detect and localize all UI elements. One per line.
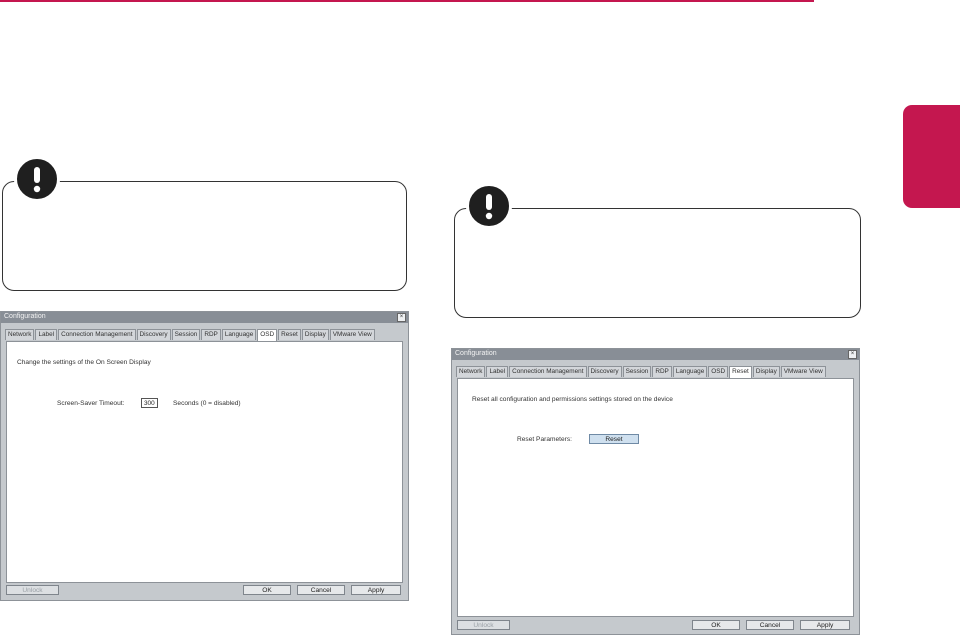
tab-discovery[interactable]: Discovery <box>136 329 171 340</box>
timeout-hint: Seconds (0 = disabled) <box>173 400 241 407</box>
tab-reset[interactable]: Reset <box>278 329 301 340</box>
reset-parameters-label: Reset Parameters: <box>517 436 572 443</box>
tab-label[interactable]: Label <box>35 329 58 340</box>
configuration-window-osd: Configuration × Network Label Connection… <box>0 311 409 601</box>
tab-panel: Reset all configuration and permissions … <box>457 378 854 617</box>
tab-language[interactable]: Language <box>672 366 708 377</box>
reset-button[interactable]: Reset <box>589 434 639 444</box>
panel-description: Reset all configuration and permissions … <box>472 396 673 403</box>
tab-strip: Network Label Connection Management Disc… <box>5 329 376 341</box>
tab-osd[interactable]: OSD <box>708 366 729 377</box>
tab-language[interactable]: Language <box>221 329 257 340</box>
configuration-window-reset: Configuration × Network Label Connection… <box>451 348 860 635</box>
tab-display[interactable]: Display <box>301 329 329 340</box>
tab-network[interactable]: Network <box>5 329 35 340</box>
tab-label[interactable]: Label <box>486 366 509 377</box>
ok-button[interactable]: OK <box>243 585 291 595</box>
window-title: Configuration <box>455 350 497 357</box>
tab-reset[interactable]: Reset <box>729 366 752 378</box>
tab-vmware-view[interactable]: VMware View <box>780 366 826 377</box>
tab-session[interactable]: Session <box>622 366 652 377</box>
tab-panel: Change the settings of the On Screen Dis… <box>6 341 403 583</box>
chapter-side-tab <box>903 105 960 208</box>
ok-button[interactable]: OK <box>692 620 740 630</box>
screen-saver-timeout-input[interactable]: 300 <box>141 398 158 408</box>
tab-network[interactable]: Network <box>456 366 486 377</box>
tab-rdp[interactable]: RDP <box>201 329 221 340</box>
note-rule-left <box>118 181 248 183</box>
tab-osd[interactable]: OSD <box>257 329 278 341</box>
close-icon[interactable]: × <box>397 313 406 322</box>
screen-saver-timeout-label: Screen-Saver Timeout: <box>57 400 125 407</box>
note-box-right <box>454 208 861 318</box>
tab-strip: Network Label Connection Management Disc… <box>456 366 827 378</box>
tab-connection-management[interactable]: Connection Management <box>509 366 587 377</box>
unlock-button[interactable]: Unlock <box>6 585 59 595</box>
close-icon[interactable]: × <box>848 350 857 359</box>
apply-button[interactable]: Apply <box>351 585 401 595</box>
window-title: Configuration <box>4 313 46 320</box>
tab-discovery[interactable]: Discovery <box>587 366 622 377</box>
panel-description: Change the settings of the On Screen Dis… <box>17 359 151 366</box>
exclamation-icon <box>466 183 512 229</box>
header-rule <box>0 0 814 2</box>
apply-button[interactable]: Apply <box>800 620 850 630</box>
note-box-left <box>2 181 407 291</box>
unlock-button[interactable]: Unlock <box>457 620 510 630</box>
exclamation-icon <box>14 156 60 202</box>
tab-vmware-view[interactable]: VMware View <box>329 329 375 340</box>
window-titlebar: Configuration × <box>452 349 859 360</box>
cancel-button[interactable]: Cancel <box>746 620 794 630</box>
window-titlebar: Configuration × <box>1 312 408 323</box>
tab-rdp[interactable]: RDP <box>652 366 672 377</box>
tab-session[interactable]: Session <box>171 329 201 340</box>
cancel-button[interactable]: Cancel <box>297 585 345 595</box>
note-rule-right <box>570 208 720 210</box>
tab-connection-management[interactable]: Connection Management <box>58 329 136 340</box>
tab-display[interactable]: Display <box>752 366 780 377</box>
